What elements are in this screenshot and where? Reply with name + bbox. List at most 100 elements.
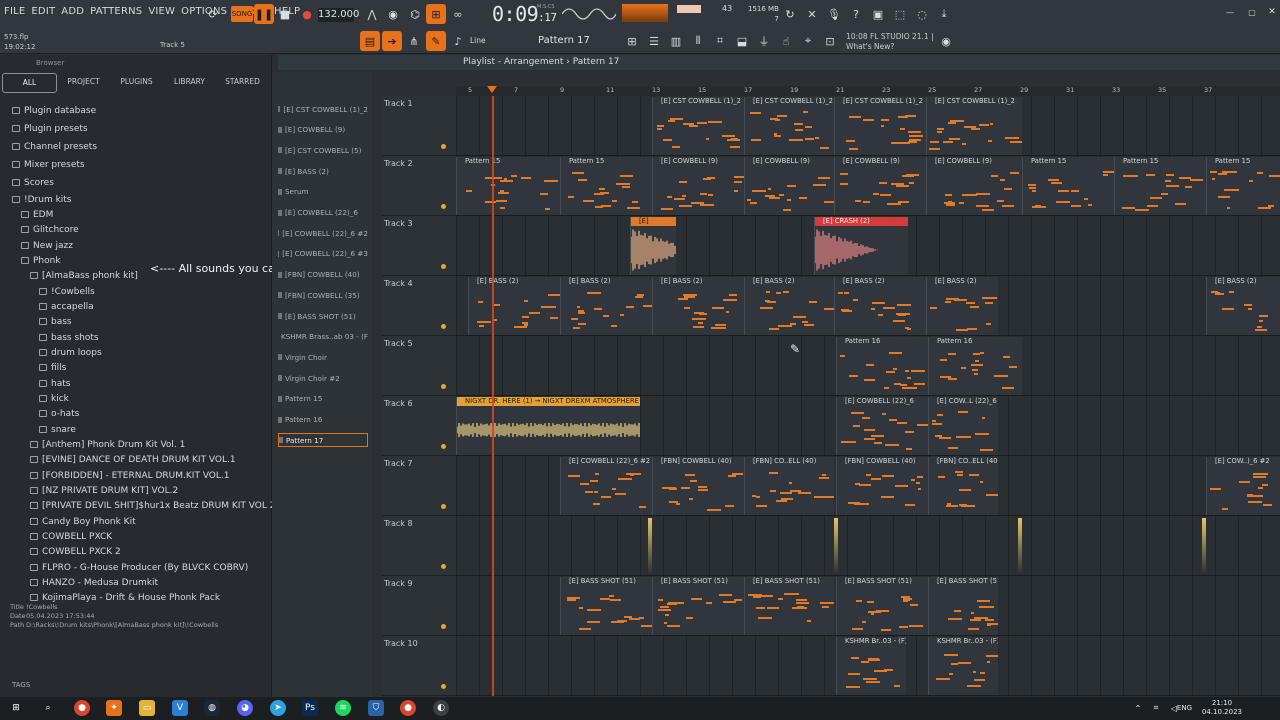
record-metronome-icon[interactable]: ⟳ bbox=[203, 4, 223, 24]
pattern-list-item[interactable]: [E] BASS (2) bbox=[278, 164, 368, 178]
pattern-list-item[interactable]: KSHMR Brass..ab 03 - (F) bbox=[278, 330, 368, 344]
pattern-clip[interactable]: Pattern 16 bbox=[928, 337, 1022, 395]
tempo-display[interactable]: 132.000 bbox=[318, 8, 359, 22]
wait-input-icon[interactable]: ◉ bbox=[383, 4, 403, 24]
playlist-pattern[interactable]: Pattern 17 bbox=[573, 57, 620, 67]
browser-item[interactable]: [NZ PRIVATE DRUM KIT] VOL.2 bbox=[30, 483, 178, 498]
maximize-icon[interactable]: ▢ bbox=[1242, 2, 1262, 22]
pattern-clip[interactable]: Pattern 16 bbox=[836, 337, 928, 395]
track-led-icon[interactable] bbox=[441, 504, 446, 509]
pattern-clip[interactable]: [E] CST COWBELL (1)_2 bbox=[652, 97, 744, 155]
browser-item[interactable]: [FORBIDDEN] - ETERNAL DRUM.KIT VOL.1 bbox=[30, 468, 230, 483]
touch-icon[interactable]: ☝ bbox=[776, 31, 796, 51]
track-header[interactable]: Track 10 bbox=[382, 636, 456, 696]
chrome-icon[interactable]: ● bbox=[74, 700, 90, 716]
track-led-icon[interactable] bbox=[441, 204, 446, 209]
timeline-ruler[interactable]: 5 7 9 11 13 15 17 19 21 23 25 27 29 31 33 35 37 bbox=[456, 86, 1280, 96]
pattern-clip[interactable]: Pattern 15 bbox=[456, 157, 560, 215]
browser-item[interactable]: FLPRO - G-House Producer (By BLVCK COBRV… bbox=[30, 560, 248, 575]
browser-item[interactable]: !Drum kits bbox=[12, 192, 72, 207]
automation-marker[interactable] bbox=[1018, 518, 1022, 574]
browser-item[interactable]: bass shots bbox=[39, 330, 99, 345]
audio-clip[interactable]: [E] bbox=[630, 217, 676, 275]
network-icon[interactable]: ⌗ bbox=[1148, 700, 1164, 716]
browser-item[interactable]: Plugin database bbox=[12, 103, 96, 118]
loop-record-icon[interactable]: ∞ bbox=[448, 4, 468, 24]
menu-item-edit[interactable]: EDIT bbox=[31, 6, 55, 17]
pattern-clip[interactable]: [E] COWBELL (9) bbox=[652, 157, 744, 215]
browser-tab-library[interactable]: LIBRARY bbox=[163, 73, 216, 93]
automation-marker[interactable] bbox=[834, 518, 838, 574]
mixer-icon[interactable]: ☰ bbox=[644, 31, 664, 51]
browser-item[interactable]: Phonk bbox=[21, 253, 61, 268]
browser-item[interactable]: drum loops bbox=[39, 345, 102, 360]
plug-icon[interactable]: ⏚ bbox=[754, 31, 774, 51]
browser-icon[interactable]: ⌗ bbox=[710, 31, 730, 51]
track-header[interactable]: Track 9 bbox=[382, 576, 456, 636]
track-led-icon[interactable] bbox=[441, 384, 446, 389]
pattern-clip[interactable]: KSHMR Br..03 - (F) bbox=[836, 637, 906, 695]
pattern-clip[interactable]: [E] BASS SHOT (51) bbox=[560, 577, 652, 635]
fl-studio-icon[interactable]: ✦ bbox=[106, 700, 122, 716]
blend-notes-icon[interactable]: ⊞ bbox=[426, 4, 446, 24]
browser-item[interactable]: hats bbox=[39, 376, 70, 391]
pattern-clip[interactable]: [FBN] CO..ELL (40) bbox=[744, 457, 834, 515]
audio-clip[interactable]: [E] CRASH (2) bbox=[814, 217, 908, 275]
pattern-clip[interactable]: [E] BASS (2) bbox=[926, 277, 998, 335]
browser-item[interactable]: bass bbox=[39, 314, 72, 329]
browser-item[interactable]: Glitchcore bbox=[21, 222, 79, 237]
track-led-icon[interactable] bbox=[441, 684, 446, 689]
pattern-list-item[interactable]: [FBN] COWBELL (35) bbox=[278, 288, 368, 302]
playhead[interactable] bbox=[492, 96, 494, 696]
language-indicator[interactable]: ENG bbox=[1177, 704, 1192, 712]
playlist-icon[interactable]: ▤ bbox=[360, 31, 380, 51]
browser-item[interactable]: fills bbox=[39, 360, 66, 375]
spotify-icon[interactable]: ≋ bbox=[335, 700, 351, 716]
master-volume[interactable] bbox=[677, 5, 701, 13]
browser-tab-starred[interactable]: STARRED bbox=[216, 73, 269, 93]
render-icon[interactable]: ⬚ bbox=[890, 4, 910, 24]
browser-item[interactable]: Channel presets bbox=[12, 139, 97, 154]
track-header[interactable]: Track 8 bbox=[382, 516, 456, 576]
pattern-clip[interactable]: Pattern 15 bbox=[1022, 157, 1114, 215]
midi-icon[interactable]: ✕ bbox=[802, 4, 822, 24]
pattern-clip[interactable]: [E] BASS (2) bbox=[560, 277, 652, 335]
browser-item[interactable]: accapella bbox=[39, 299, 94, 314]
browser-item[interactable]: Plugin presets bbox=[12, 121, 88, 136]
track-header[interactable]: Track 7 bbox=[382, 456, 456, 516]
pattern-clip[interactable]: KSHMR Br..03 - (F) bbox=[928, 637, 998, 695]
track-led-icon[interactable] bbox=[441, 444, 446, 449]
countdown-icon[interactable]: ⌬ bbox=[405, 4, 425, 24]
track-led-icon[interactable] bbox=[441, 324, 446, 329]
discord-icon[interactable]: ◕ bbox=[237, 700, 253, 716]
menu-item-add[interactable]: ADD bbox=[61, 6, 84, 17]
browser-item[interactable]: [AlmaBass phonk kit] bbox=[30, 268, 138, 283]
telegram-icon[interactable]: ➤ bbox=[270, 700, 286, 716]
browser-item[interactable]: snare bbox=[39, 422, 76, 437]
tag-icon[interactable]: ⌖ bbox=[798, 31, 818, 51]
pattern-list-item[interactable]: Pattern 17 bbox=[278, 433, 368, 448]
tags-label[interactable]: TAGS bbox=[12, 681, 30, 689]
pattern-clip[interactable]: [E] BASS (2) bbox=[834, 277, 926, 335]
news-panel[interactable]: 10:08 FL STUDIO 21.1 | What's New? bbox=[846, 32, 934, 52]
close-icon[interactable]: ✕ bbox=[1262, 2, 1280, 22]
minimize-icon[interactable]: — bbox=[1220, 2, 1240, 22]
steam-icon[interactable]: ◍ bbox=[204, 700, 220, 716]
menu-item-view[interactable]: VIEW bbox=[148, 6, 175, 17]
stamp-icon[interactable]: ♪ bbox=[448, 31, 468, 51]
tray-chevron-icon[interactable]: ⌃ bbox=[1130, 700, 1146, 716]
automation-marker[interactable] bbox=[1202, 518, 1206, 574]
vpn-icon[interactable]: ⛉ bbox=[368, 700, 384, 716]
browser-item[interactable]: Mixer presets bbox=[12, 157, 85, 172]
browser-tab-plugins[interactable]: PLUGINS bbox=[110, 73, 163, 93]
browser-tab-all[interactable]: ALL bbox=[2, 73, 57, 93]
pattern-clip[interactable]: [E] BASS (2) bbox=[744, 277, 834, 335]
chrome-profile-icon[interactable]: ● bbox=[400, 700, 416, 716]
pattern-clip[interactable]: [E] BASS SHOT (51) bbox=[652, 577, 744, 635]
browser-item[interactable]: [EVINE] DANCE OF DEATH DRUM KIT VOL.1 bbox=[30, 452, 236, 467]
pattern-add-icon[interactable]: ⊞ bbox=[622, 31, 642, 51]
pattern-list-item[interactable]: Virgin Choir #2 bbox=[278, 371, 368, 385]
audio-clip[interactable]: NIGXT DR. HERE (1) → NIGXT DREXM ATMOSPH… bbox=[456, 397, 640, 455]
pattern-clip[interactable]: [E] BASS (2) bbox=[652, 277, 744, 335]
track-header[interactable]: Track 6 bbox=[382, 396, 456, 456]
